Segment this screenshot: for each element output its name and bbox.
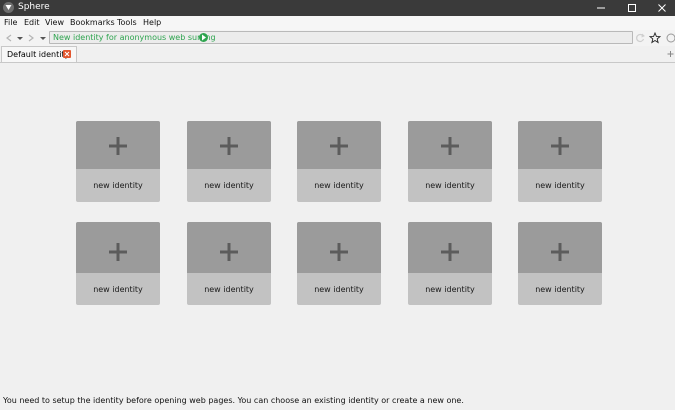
plus-icon	[220, 243, 238, 261]
menu-file[interactable]: File	[4, 18, 17, 28]
plus-icon	[441, 137, 459, 155]
status-message: You need to setup the identity before op…	[3, 396, 464, 405]
card-label: new identity	[314, 285, 364, 294]
new-identity-card[interactable]: new identity	[76, 121, 160, 202]
menu-bar: File Edit View Bookmarks Tools Help	[0, 16, 675, 30]
menu-tools[interactable]: Tools	[117, 18, 137, 28]
plus-icon	[109, 137, 127, 155]
tab-default-identity[interactable]: Default identity	[1, 46, 77, 62]
close-button[interactable]	[647, 0, 675, 16]
menu-bookmarks[interactable]: Bookmarks	[70, 18, 115, 28]
bookmark-star-icon[interactable]	[649, 32, 661, 44]
plus-icon	[551, 243, 569, 261]
menu-edit[interactable]: Edit	[24, 18, 40, 28]
minimize-button[interactable]	[586, 0, 616, 16]
card-label: new identity	[93, 181, 143, 190]
menu-ring-icon[interactable]	[664, 32, 675, 44]
card-label: new identity	[204, 285, 254, 294]
window-title: Sphere	[18, 2, 50, 12]
card-preview	[518, 121, 602, 169]
card-preview	[76, 222, 160, 273]
plus-icon	[109, 243, 127, 261]
title-bar: Sphere	[0, 0, 675, 16]
card-label: new identity	[314, 181, 364, 190]
go-play-icon[interactable]	[199, 33, 208, 42]
card-preview	[297, 222, 381, 273]
menu-help[interactable]: Help	[143, 18, 161, 28]
plus-icon	[330, 137, 348, 155]
card-preview	[408, 222, 492, 273]
card-preview	[187, 121, 271, 169]
new-identity-card[interactable]: new identity	[297, 121, 381, 202]
reload-icon[interactable]	[634, 32, 646, 44]
new-identity-card[interactable]: new identity	[408, 121, 492, 202]
card-label: new identity	[425, 285, 475, 294]
forward-arrow-icon[interactable]	[25, 32, 37, 44]
new-identity-card[interactable]: new identity	[518, 222, 602, 305]
app-logo-icon	[3, 2, 14, 13]
address-bar[interactable]: New identity for anonymous web surfing	[49, 31, 633, 44]
new-identity-card[interactable]: new identity	[76, 222, 160, 305]
new-identity-card[interactable]: new identity	[187, 121, 271, 202]
card-label: new identity	[425, 181, 475, 190]
card-label: new identity	[535, 181, 585, 190]
maximize-button[interactable]	[617, 0, 647, 16]
new-identity-card[interactable]: new identity	[187, 222, 271, 305]
menu-view[interactable]: View	[45, 18, 64, 28]
tab-label: Default identity	[7, 50, 70, 59]
new-identity-card[interactable]: new identity	[297, 222, 381, 305]
plus-icon	[551, 137, 569, 155]
card-label: new identity	[535, 285, 585, 294]
card-preview	[408, 121, 492, 169]
tab-close-icon[interactable]	[63, 50, 71, 58]
new-identity-card[interactable]: new identity	[518, 121, 602, 202]
new-tab-button[interactable]	[666, 48, 675, 60]
plus-icon	[330, 243, 348, 261]
card-preview	[518, 222, 602, 273]
card-label: new identity	[93, 285, 143, 294]
card-preview	[297, 121, 381, 169]
plus-icon	[441, 243, 459, 261]
plus-icon	[220, 137, 238, 155]
card-preview	[76, 121, 160, 169]
card-preview	[187, 222, 271, 273]
card-label: new identity	[204, 181, 254, 190]
tab-bar: Default identity	[0, 46, 675, 63]
forward-dropdown-icon[interactable]	[37, 32, 49, 44]
new-identity-card[interactable]: new identity	[408, 222, 492, 305]
address-text: New identity for anonymous web surfing	[53, 33, 216, 42]
